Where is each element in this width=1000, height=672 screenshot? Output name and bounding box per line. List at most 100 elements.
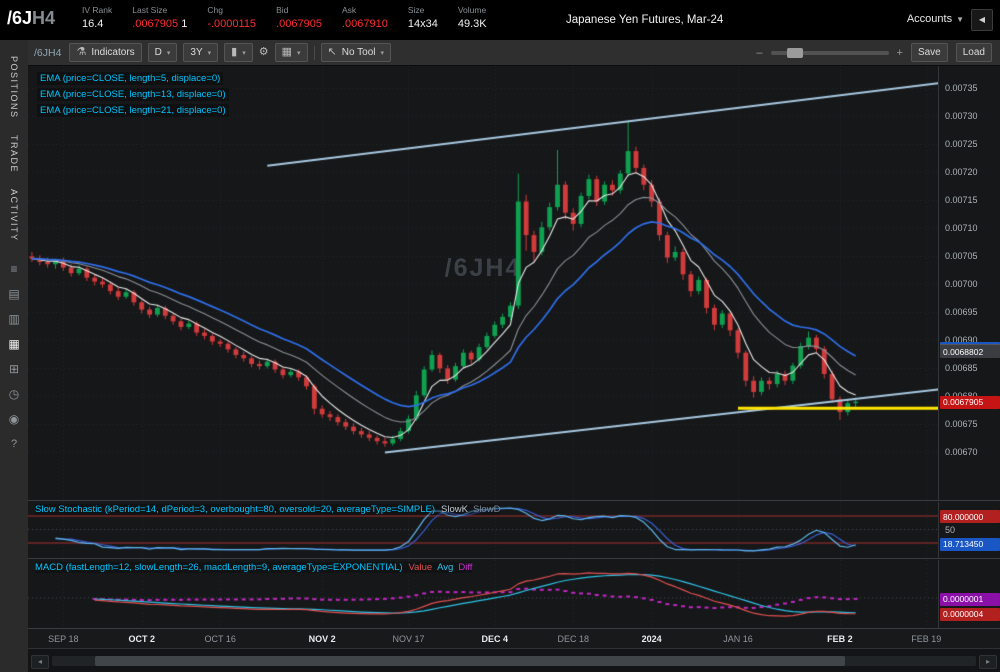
sidebar-icon-rail: ≡ ▤ ▥ ▦ ⊞ ◷ ◉ bbox=[8, 263, 19, 425]
stat-iv-rank: IV Rank16.4 bbox=[82, 5, 112, 30]
zoom-slider[interactable] bbox=[771, 51, 889, 55]
apps-icon[interactable]: ⊞ bbox=[9, 363, 19, 375]
collapse-header-button[interactable]: ◀ bbox=[971, 9, 993, 31]
drawing-tool-dropdown[interactable]: ↖No Tool▾ bbox=[321, 43, 391, 62]
grid-layout-dropdown[interactable]: ▦▾ bbox=[275, 43, 308, 62]
toolbar-right-group: – + Save Load bbox=[756, 43, 1000, 62]
main-chart-canvas[interactable] bbox=[28, 66, 938, 500]
price-tick: 0.00670 bbox=[945, 447, 978, 457]
price-tick: 0.00720 bbox=[945, 167, 978, 177]
trading-platform: /6JH4 IV Rank16.4 Last Size.0067905 1 Ch… bbox=[0, 0, 1000, 672]
list-icon[interactable]: ≡ bbox=[10, 263, 17, 275]
left-sidebar: POSITIONS TRADE ACTIVITY ≡ ▤ ▥ ▦ ⊞ ◷ ◉ ? bbox=[0, 40, 29, 672]
price-axis[interactable]: 0.00735 0.00730 0.00725 0.00720 0.00715 0.007… bbox=[938, 66, 1000, 500]
range-dropdown[interactable]: 3Y▾ bbox=[183, 43, 218, 62]
price-tick: 0.00705 bbox=[945, 251, 978, 261]
contract-description: Japanese Yen Futures, Mar-24 bbox=[566, 14, 723, 26]
flask-icon: ⚗ bbox=[76, 47, 86, 58]
help-icon[interactable]: ? bbox=[11, 438, 17, 450]
scroll-right-icon[interactable]: ▸ bbox=[979, 655, 997, 669]
table-icon[interactable]: ▤ bbox=[8, 288, 19, 300]
time-axis-label: 2024 bbox=[642, 634, 662, 644]
macd-panel: MACD (fastLength=12, slowLength=26, macd… bbox=[28, 558, 1000, 628]
stochastic-badge: 18.713450 bbox=[940, 538, 1000, 551]
price-tick: 0.00710 bbox=[945, 223, 978, 233]
macd-value-label: Value bbox=[409, 562, 433, 573]
time-axis-label: DEC 18 bbox=[557, 634, 589, 644]
time-axis-label: NOV 2 bbox=[309, 634, 336, 644]
stat-volume: Volume49.3K bbox=[458, 5, 487, 30]
stochastic-study-label[interactable]: Slow Stochastic (kPeriod=14, dPeriod=3, … bbox=[35, 504, 500, 515]
price-tick: 0.00675 bbox=[945, 419, 978, 429]
load-button[interactable]: Load bbox=[956, 43, 992, 62]
zoom-in-icon[interactable]: + bbox=[897, 47, 903, 59]
macd-badge: 0.0000004 bbox=[940, 608, 1000, 621]
study-labels: EMA (price=CLOSE, length=5, displace=0) … bbox=[37, 72, 229, 120]
zoom-out-icon[interactable]: – bbox=[756, 47, 762, 59]
time-axis-label: DEC 4 bbox=[482, 634, 509, 644]
chart-icon[interactable]: ▦ bbox=[8, 338, 19, 350]
macd-diff-label: Diff bbox=[458, 562, 472, 573]
price-tick: 0.00725 bbox=[945, 139, 978, 149]
ema21-label[interactable]: EMA (price=CLOSE, length=21, displace=0) bbox=[37, 104, 229, 117]
stat-chg: Chg-.0000115 bbox=[207, 5, 256, 30]
price-tick: 0.00735 bbox=[945, 83, 978, 93]
scrollbar-thumb[interactable] bbox=[95, 656, 845, 666]
save-button[interactable]: Save bbox=[911, 43, 948, 62]
quote-stats: IV Rank16.4 Last Size.0067905 1 Chg-.000… bbox=[82, 5, 487, 30]
rows-icon[interactable]: ▥ bbox=[8, 313, 19, 325]
aggregation-dropdown[interactable]: D▾ bbox=[148, 43, 178, 62]
ema5-label[interactable]: EMA (price=CLOSE, length=5, displace=0) bbox=[37, 72, 223, 85]
symbol-suffix: H4 bbox=[32, 8, 55, 28]
ema13-label[interactable]: EMA (price=CLOSE, length=13, displace=0) bbox=[37, 88, 229, 101]
price-tick: 0.00730 bbox=[945, 111, 978, 121]
sidebar-tab-activity[interactable]: ACTIVITY bbox=[9, 189, 19, 242]
price-chart-area: /6JH4 EMA (price=CLOSE, length=5, displa… bbox=[28, 66, 1000, 500]
users-icon[interactable]: ◉ bbox=[9, 413, 19, 425]
zoom-slider-thumb[interactable] bbox=[787, 48, 803, 58]
settings-gear-icon[interactable]: ⚙ bbox=[259, 47, 269, 58]
sidebar-tab-trade[interactable]: TRADE bbox=[9, 135, 19, 173]
macd-avg-label: Avg bbox=[437, 562, 453, 573]
time-axis-label: FEB 19 bbox=[911, 634, 941, 644]
accounts-menu[interactable]: Accounts▼ bbox=[907, 13, 964, 25]
chevron-down-icon: ▾ bbox=[297, 49, 301, 57]
indicators-button[interactable]: ⚗Indicators bbox=[69, 43, 141, 62]
time-axis[interactable]: SEP 18OCT 2OCT 16NOV 2NOV 17DEC 4DEC 182… bbox=[28, 628, 1000, 648]
cursor-icon: ↖ bbox=[328, 47, 337, 58]
price-tick: 0.00715 bbox=[945, 195, 978, 205]
clock-icon[interactable]: ◷ bbox=[9, 388, 19, 400]
slowd-label: SlowD bbox=[473, 504, 500, 515]
stochastic-badge: 80.000000 bbox=[940, 510, 1000, 523]
time-axis-label: OCT 16 bbox=[205, 634, 236, 644]
macd-badge: 0.0000001 bbox=[940, 593, 1000, 606]
time-axis-label: SEP 18 bbox=[48, 634, 78, 644]
stat-last-size: Last Size.0067905 1 bbox=[132, 5, 187, 30]
chevron-down-icon: ▾ bbox=[167, 49, 171, 57]
chevron-down-icon: ▾ bbox=[208, 49, 212, 57]
macd-axis: 0.0000001 0.0000004 bbox=[938, 560, 1000, 629]
stochastic-badge: 50 bbox=[945, 525, 955, 535]
time-axis-label: JAN 16 bbox=[723, 634, 753, 644]
scroll-left-icon[interactable]: ◂ bbox=[31, 655, 49, 669]
grid-icon: ▦ bbox=[282, 47, 292, 58]
chart-style-dropdown[interactable]: ▮▾ bbox=[224, 43, 253, 62]
chart-toolbar: /6JH4 ⚗Indicators D▾ 3Y▾ ▮▾ ⚙ ▦▾ ↖No Too… bbox=[28, 40, 1000, 66]
price-tick: 0.00695 bbox=[945, 307, 978, 317]
chevron-down-icon: ▼ bbox=[956, 15, 964, 24]
price-tick: 0.00700 bbox=[945, 279, 978, 289]
time-axis-label: FEB 2 bbox=[827, 634, 853, 644]
toolbar-separator bbox=[314, 46, 315, 60]
price-badge: 0.0067905 bbox=[940, 396, 1000, 409]
chart-symbol-label: /6JH4 bbox=[34, 47, 61, 59]
sidebar-tab-positions[interactable]: POSITIONS bbox=[9, 56, 19, 119]
chevron-down-icon: ▾ bbox=[381, 49, 385, 57]
stat-ask: Ask.0067910 bbox=[342, 5, 388, 30]
symbol-title: /6JH4 bbox=[7, 8, 55, 29]
candle-style-icon: ▮ bbox=[231, 47, 237, 58]
time-axis-label: OCT 2 bbox=[128, 634, 155, 644]
chevron-down-icon: ▾ bbox=[242, 49, 246, 57]
stat-bid: Bid.0067905 bbox=[276, 5, 322, 30]
macd-study-label[interactable]: MACD (fastLength=12, slowLength=26, macd… bbox=[35, 562, 472, 573]
chart-scrollbar: ◂ ▸ bbox=[28, 648, 1000, 672]
